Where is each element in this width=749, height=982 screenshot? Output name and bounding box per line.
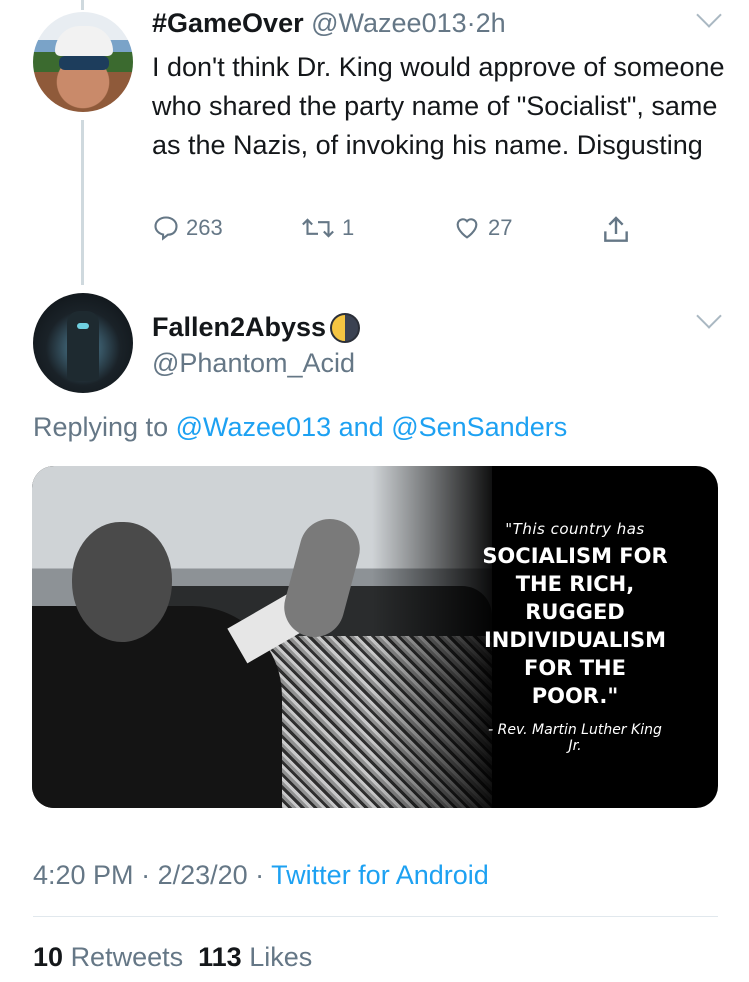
retweets-stat[interactable]: 10 Retweets bbox=[33, 942, 183, 972]
replying-prefix: Replying to bbox=[33, 412, 169, 442]
quote-attribution: - Rev. Martin Luther King Jr. bbox=[488, 722, 662, 754]
chevron-down-icon[interactable] bbox=[696, 2, 722, 28]
replying-to: Replying to @Wazee013 and @SenSanders bbox=[33, 412, 567, 443]
like-icon bbox=[456, 218, 478, 239]
chevron-down-icon[interactable] bbox=[696, 303, 722, 329]
share-button[interactable] bbox=[600, 214, 632, 246]
like-button[interactable]: 27 bbox=[452, 214, 512, 242]
thread-line-top bbox=[81, 0, 84, 10]
display-name[interactable]: #GameOver bbox=[152, 8, 304, 38]
replying-and: and bbox=[338, 412, 384, 442]
tweet-stats: 10 Retweets 113 Likes bbox=[33, 942, 312, 973]
tweet-meta: 4:20 PM · 2/23/20 · Twitter for Android bbox=[33, 860, 489, 890]
divider bbox=[33, 916, 718, 917]
tweet-time[interactable]: 2h bbox=[476, 8, 506, 38]
likes-stat[interactable]: 113 Likes bbox=[198, 942, 312, 972]
avatar-wazee013[interactable] bbox=[33, 12, 133, 112]
tweet1-header: #GameOver @Wazee013·2h bbox=[152, 8, 506, 39]
separator-dot: · bbox=[466, 8, 476, 38]
thread-line bbox=[81, 120, 84, 285]
reply-button[interactable]: 263 bbox=[152, 214, 223, 242]
reply-count: 263 bbox=[186, 215, 223, 240]
tweet-time: 4:20 PM bbox=[33, 860, 134, 890]
tweet-date: 2/23/20 bbox=[157, 860, 248, 890]
tweet2-handle[interactable]: @Phantom_Acid bbox=[152, 348, 355, 379]
source-link[interactable]: Twitter for Android bbox=[271, 860, 489, 890]
tweet1-actions: 263 1 27 bbox=[152, 214, 652, 248]
user-handle[interactable]: @Wazee013 bbox=[311, 8, 467, 38]
moon-emoji-icon bbox=[330, 312, 361, 343]
reply-icon bbox=[154, 216, 178, 241]
display-name: Fallen2Abyss bbox=[152, 312, 327, 342]
tweet2-display-name[interactable]: Fallen2Abyss bbox=[152, 312, 361, 343]
tweet1-text: I don't think Dr. King would approve of … bbox=[152, 52, 725, 160]
quote-intro: "This country has bbox=[505, 520, 645, 538]
tweet-image[interactable]: "This country has SOCIALISM FOR THE RICH… bbox=[32, 466, 718, 808]
retweet-button[interactable]: 1 bbox=[300, 214, 354, 242]
mention-link[interactable]: @SenSanders bbox=[391, 412, 567, 442]
retweet-count: 1 bbox=[342, 215, 355, 240]
quote-block: "This country has SOCIALISM FOR THE RICH… bbox=[480, 520, 670, 754]
like-count: 27 bbox=[488, 215, 513, 240]
quote-main: SOCIALISM FOR THE RICH, RUGGED INDIVIDUA… bbox=[482, 544, 668, 708]
share-icon bbox=[604, 216, 628, 242]
avatar-phantom-acid[interactable] bbox=[33, 293, 133, 393]
retweet-icon bbox=[302, 218, 334, 238]
mention-link[interactable]: @Wazee013 bbox=[176, 412, 332, 442]
